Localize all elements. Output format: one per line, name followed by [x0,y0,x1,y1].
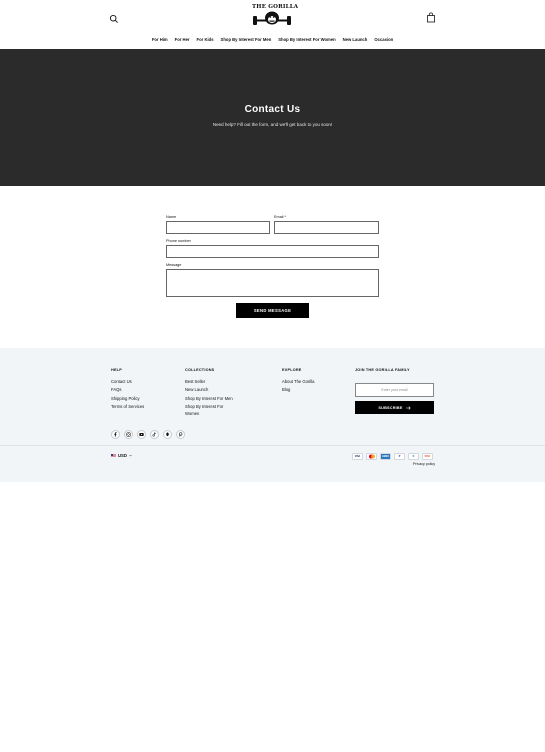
footer-collections-title: COLLECTIONS [185,368,215,372]
facebook-icon[interactable] [111,430,120,439]
nav-for-her[interactable]: For Her [175,36,190,44]
send-message-button[interactable]: SEND MESSAGE [236,303,309,318]
arrow-right-icon [405,405,411,410]
nav-for-kids[interactable]: For Kids [197,36,214,44]
phone-field[interactable] [166,245,379,258]
diners-icon: D [408,453,419,460]
subscribe-label: SUBSCRIBE [378,405,403,410]
discover-icon: DISC [422,453,433,460]
footer-link-terms[interactable]: Terms of Services [111,404,144,410]
email-field[interactable] [274,221,379,234]
footer-link-new-launch[interactable]: New Launch [185,387,208,393]
newsletter-email-input[interactable] [355,383,434,397]
instagram-icon[interactable] [124,430,133,439]
footer-explore-title: EXPLORE [282,368,302,372]
message-label: Message [166,263,182,267]
footer-link-about[interactable]: About The Gorilla [282,379,315,385]
snapchat-icon[interactable] [163,430,172,439]
name-label: Name [166,215,177,219]
page-subtitle: Need help? Fill out the form, and we'll … [212,122,333,127]
youtube-icon[interactable] [137,430,146,439]
visa-icon: VISA [352,453,363,460]
email-label: Email * [274,215,287,219]
currency-selector[interactable]: USD [111,453,132,458]
nav-interest-men[interactable]: Shop By Interest For Men [221,36,272,44]
nav-occasion[interactable]: Occasion [374,36,393,44]
nav-new-launch[interactable]: New Launch [343,36,368,44]
chevron-down-icon [129,454,132,457]
footer-help-title: HELP [111,368,122,372]
page-title: Contact Us [244,104,301,115]
social-links [111,430,185,439]
site-logo[interactable]: THE GORILLA [252,4,298,28]
search-icon[interactable] [109,11,119,23]
us-flag-icon [111,453,116,458]
footer-link-interest-women[interactable]: Shop By Interest For [185,404,223,410]
site-header: THE GORILLA For Him For Her For Kids Sho… [0,0,545,49]
footer-link-interest-men[interactable]: Shop By Interest For Men [185,396,233,402]
nav-for-him[interactable]: For Him [152,36,168,44]
main-nav: For Him For Her For Kids Shop By Interes… [0,36,545,44]
mastercard-icon [366,453,377,460]
footer-link-interest-women-cont[interactable]: Women [185,411,199,417]
tiktok-icon[interactable] [150,430,159,439]
phone-label: Phone number [166,239,191,243]
amex-icon: AMEX [380,453,391,460]
footer-link-best-seller[interactable]: Best Seller [185,379,205,385]
contact-hero: Contact Us Need help? Fill out the form,… [0,49,545,186]
footer-link-blog[interactable]: Blog [282,387,290,393]
gorilla-logo-icon [253,11,291,25]
payment-methods: VISA AMEX P D DISC [352,453,433,460]
pinterest-icon[interactable] [176,430,185,439]
footer-link-shipping[interactable]: Shipping Policy [111,396,140,402]
nav-interest-women[interactable]: Shop By Interest For Women [278,36,335,44]
currency-label: USD [118,453,127,458]
name-field[interactable] [166,221,270,234]
site-footer [0,348,545,482]
newsletter-title: JOIN THE GORILLA FAMILY [355,368,410,372]
subscribe-button[interactable]: SUBSCRIBE [355,401,434,414]
message-field[interactable] [166,269,379,297]
footer-link-contact[interactable]: Contact Us [111,379,132,385]
privacy-policy-link[interactable]: Privacy policy [400,462,435,466]
footer-divider [0,445,545,446]
paypal-icon: P [394,453,405,460]
footer-link-faqs[interactable]: FAQs [111,387,121,393]
cart-icon[interactable] [426,10,436,23]
